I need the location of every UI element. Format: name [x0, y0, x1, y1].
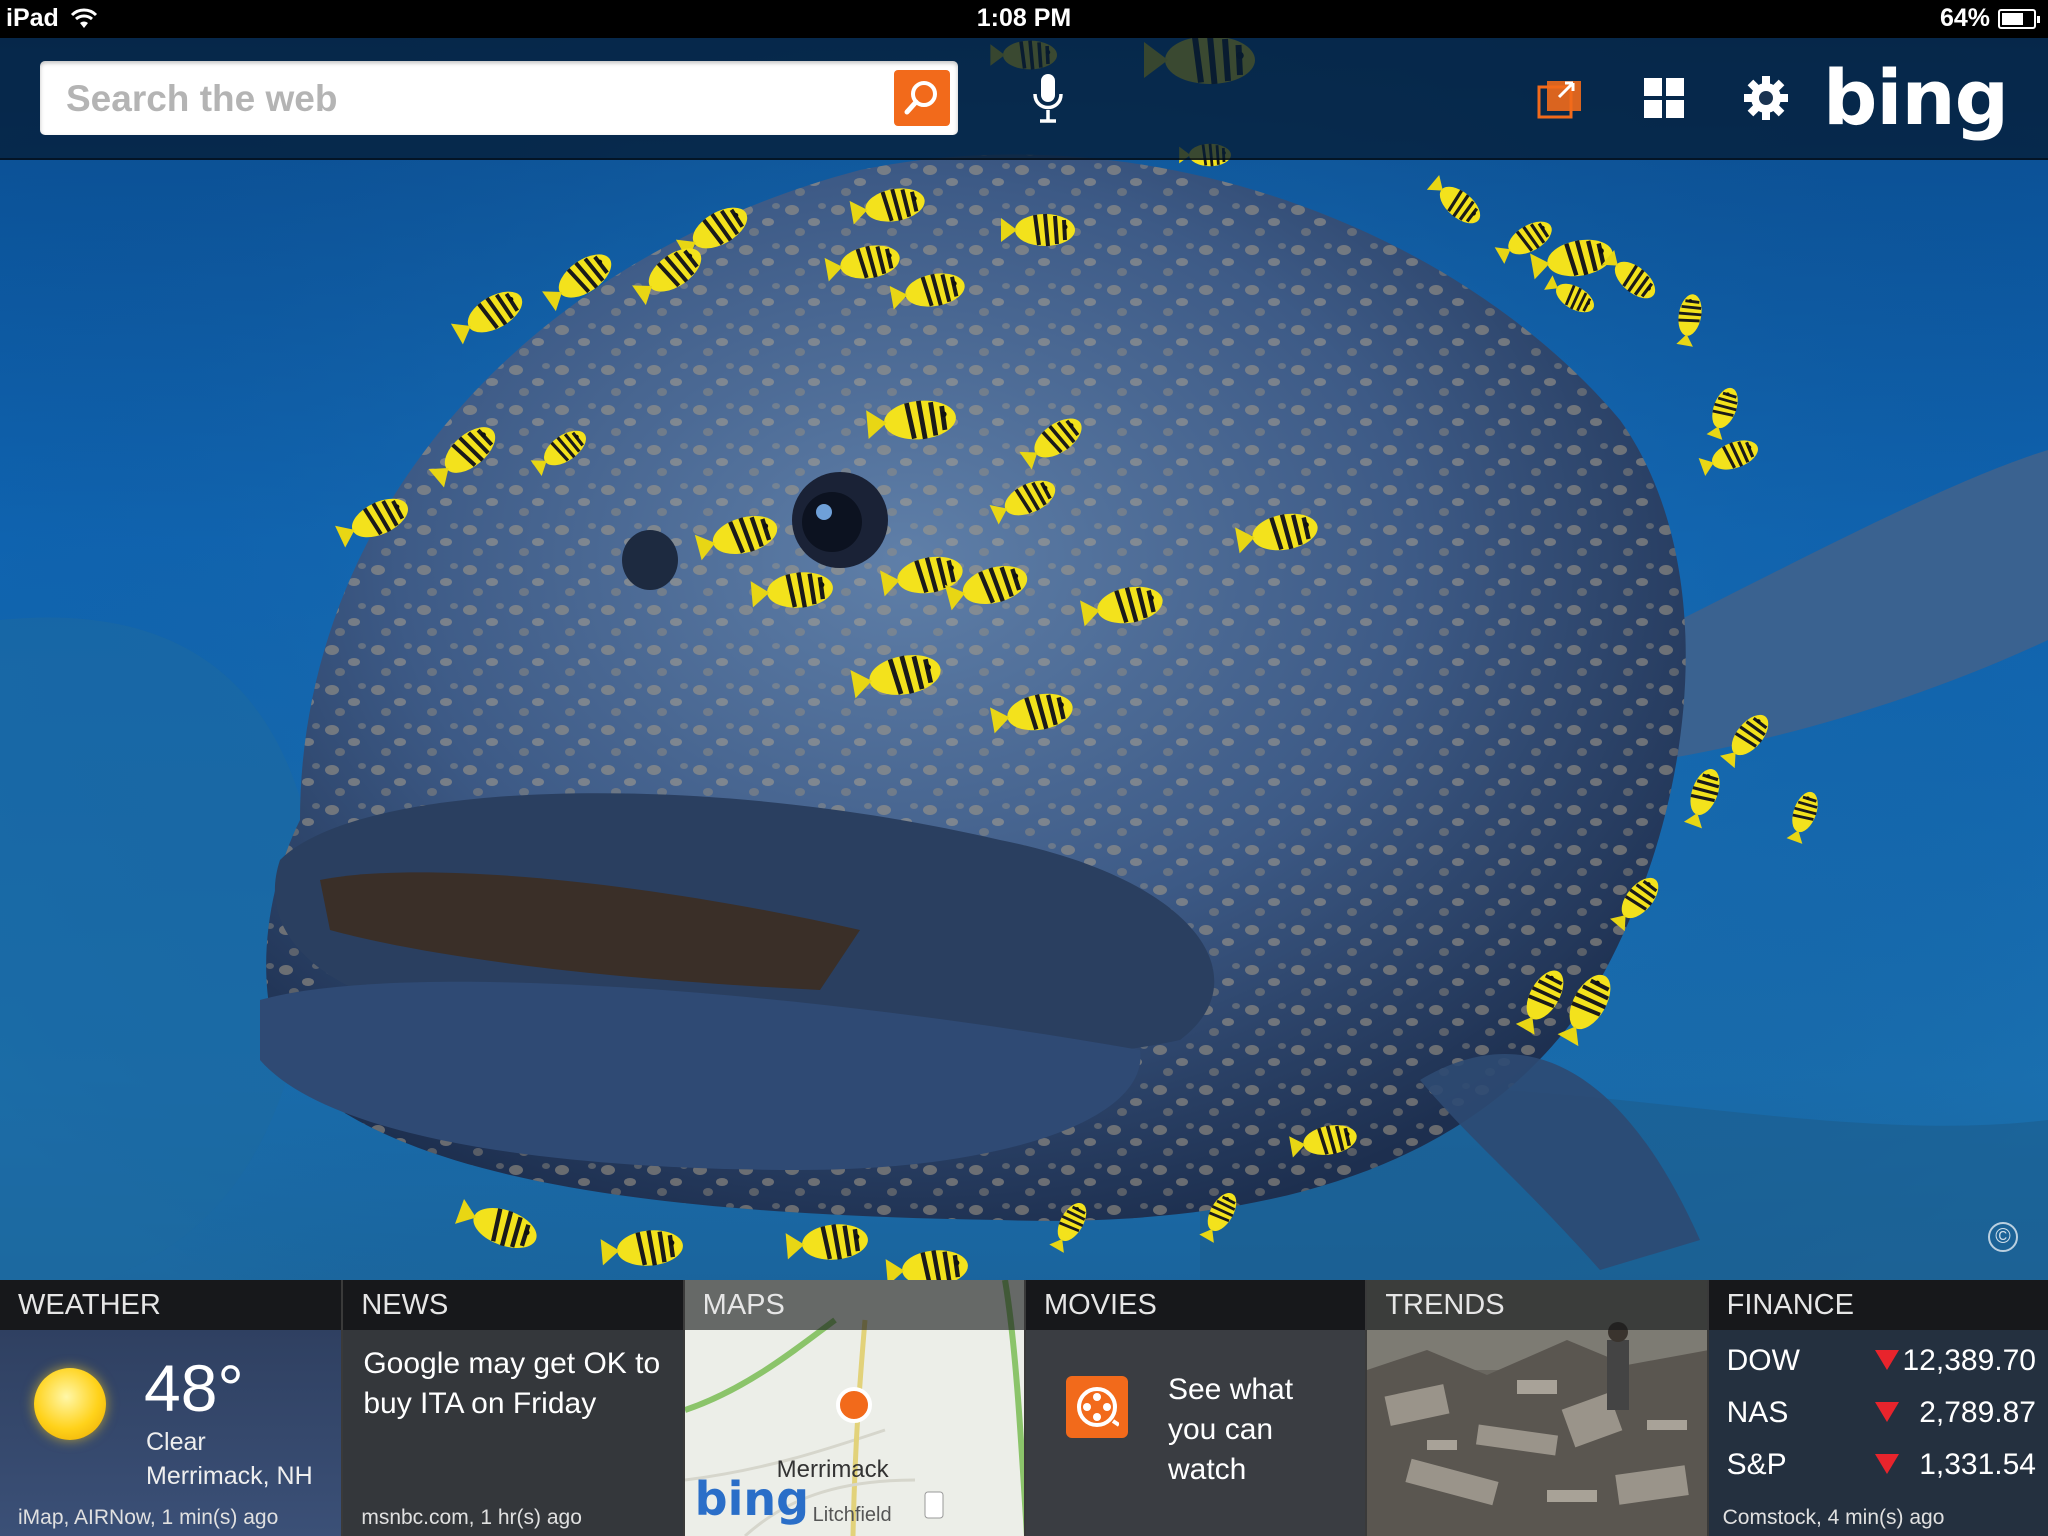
visual-search-button[interactable]	[1530, 66, 1594, 130]
search-box	[40, 61, 958, 135]
apps-grid-button[interactable]	[1632, 66, 1696, 130]
microphone-icon	[1033, 74, 1063, 123]
finance-index-name: S&P	[1726, 1448, 1787, 1481]
finance-source: Comstock, 4 min(s) ago	[1722, 1506, 1945, 1529]
grid-icon	[1644, 78, 1684, 118]
movies-promo-text: See what you can watch	[1168, 1370, 1293, 1490]
trends-panel-title: TRENDS	[1367, 1280, 1707, 1330]
finance-index-name: DOW	[1726, 1344, 1800, 1377]
finance-row-nas: NAS 2,789.87	[1727, 1396, 2036, 1436]
battery-icon	[1998, 8, 2040, 29]
movies-panel-title: MOVIES	[1025, 1280, 1366, 1330]
news-headline: Google may get OK to buy ITA on Friday	[363, 1347, 661, 1420]
down-arrow-icon	[1874, 1350, 1899, 1370]
weather-panel-title: WEATHER	[0, 1280, 342, 1330]
maps-panel-title: MAPS	[684, 1280, 1024, 1330]
bing-logo[interactable]: bing	[1823, 60, 2009, 136]
movies-text-line: you can	[1167, 1413, 1274, 1446]
image-copyright-button[interactable]: ©	[1988, 1222, 2018, 1252]
voice-search-button[interactable]	[1016, 66, 1080, 130]
finance-index-value: 2,789.87	[1919, 1396, 2036, 1429]
down-arrow-icon	[1874, 1454, 1899, 1474]
status-bar: iPad 1:08 PM 64%	[0, 0, 2048, 38]
movies-text-line: See what	[1167, 1373, 1294, 1406]
finance-index-value: 1,331.54	[1919, 1448, 2036, 1481]
camera-icon	[1537, 81, 1581, 119]
finance-index-value: 12,389.70	[1902, 1344, 2036, 1377]
finance-index-name: NAS	[1726, 1396, 1789, 1429]
movies-panel[interactable]: MOVIES See what you can watch	[1023, 1280, 1366, 1536]
search-icon	[904, 81, 937, 115]
battery-percent: 64%	[1939, 4, 1990, 32]
map-location-pin	[835, 1387, 872, 1423]
news-panel[interactable]: NEWS Google may get OK to buy ITA on Fri…	[341, 1280, 683, 1536]
down-arrow-icon	[1874, 1402, 1899, 1422]
weather-source: iMap, AIRNow, 1 min(s) ago	[18, 1506, 279, 1529]
finance-row-sp: S&P 1,331.54	[1727, 1448, 2036, 1488]
status-time: 1:08 PM	[976, 4, 1072, 32]
settings-button[interactable]	[1734, 66, 1798, 130]
news-panel-title: NEWS	[343, 1280, 683, 1330]
finance-panel-title: FINANCE	[1708, 1280, 2048, 1330]
search-button[interactable]	[894, 70, 950, 126]
weather-panel[interactable]: WEATHER 48° Clear Merrimack, NH iMap, AI…	[0, 1280, 342, 1536]
film-reel-icon	[1065, 1376, 1128, 1438]
weather-temperature: 48°	[144, 1351, 244, 1425]
news-source: msnbc.com, 1 hr(s) ago	[361, 1506, 582, 1529]
finance-row-dow: DOW 12,389.70	[1727, 1344, 2036, 1384]
movies-text-line: watch	[1167, 1453, 1247, 1486]
top-toolbar: bing	[0, 38, 2048, 160]
map-secondary-town-label: Litchfield	[812, 1504, 892, 1526]
sun-icon	[34, 1368, 106, 1440]
search-input[interactable]	[64, 71, 908, 127]
weather-location: Merrimack, NH	[146, 1462, 313, 1490]
info-panels: WEATHER 48° Clear Merrimack, NH iMap, AI…	[0, 1280, 2048, 1536]
trends-panel[interactable]: TRENDS	[1365, 1280, 1707, 1536]
weather-condition: Clear	[146, 1428, 206, 1456]
maps-panel[interactable]: Merrimack bing Litchfield MAPS	[682, 1280, 1024, 1536]
gear-icon	[1744, 76, 1788, 120]
finance-panel[interactable]: FINANCE DOW 12,389.70 NAS 2,789.87 S&P 1…	[1706, 1280, 2048, 1536]
map-bing-logo: bing	[694, 1472, 810, 1526]
